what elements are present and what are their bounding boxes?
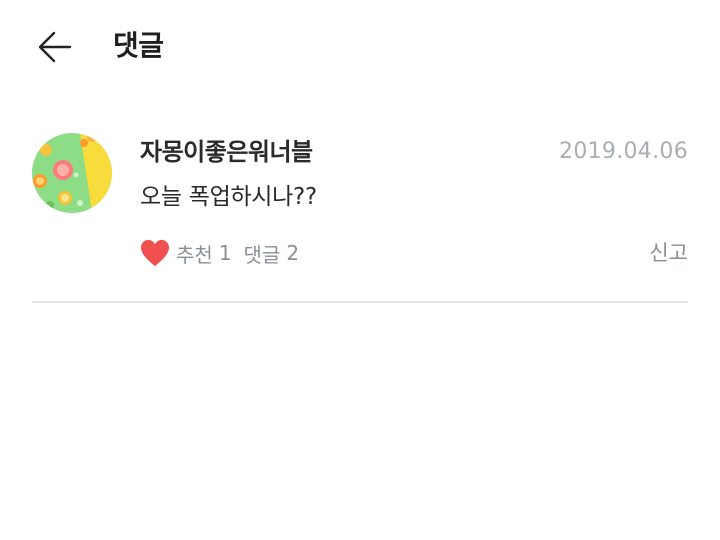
arrow-left-icon (38, 31, 72, 63)
reply-label: 댓글 (243, 242, 281, 267)
reply-count: 2 (286, 241, 300, 265)
username[interactable]: 자몽이좋은워너블 (140, 135, 313, 169)
divider (32, 301, 688, 303)
header: 댓글 (0, 0, 720, 95)
comment-actions: 추천 1 댓글 2 (140, 235, 299, 271)
avatar-image (32, 133, 112, 213)
app-root: 댓글 자몽이좋은워너블 2019.04.06 오늘 폭업하시나?? 추천 1 댓… (0, 0, 720, 540)
report-button[interactable]: 신고 (649, 235, 688, 271)
page-title: 댓글 (113, 29, 164, 62)
avatar[interactable] (32, 133, 112, 213)
like-label: 추천 (176, 242, 213, 267)
heart-icon (141, 239, 169, 267)
like-count: 1 (218, 241, 232, 265)
comment-text: 오늘 폭업하시나?? (140, 184, 317, 210)
comment-item: 자몽이좋은워너블 2019.04.06 오늘 폭업하시나?? 추천 1 댓글 2… (32, 130, 688, 302)
reply-button[interactable]: 댓글 2 (244, 239, 300, 268)
like-button[interactable]: 추천 1 (140, 239, 244, 268)
back-button[interactable] (30, 22, 80, 72)
comment-date: 2019.04.06 (559, 139, 688, 164)
